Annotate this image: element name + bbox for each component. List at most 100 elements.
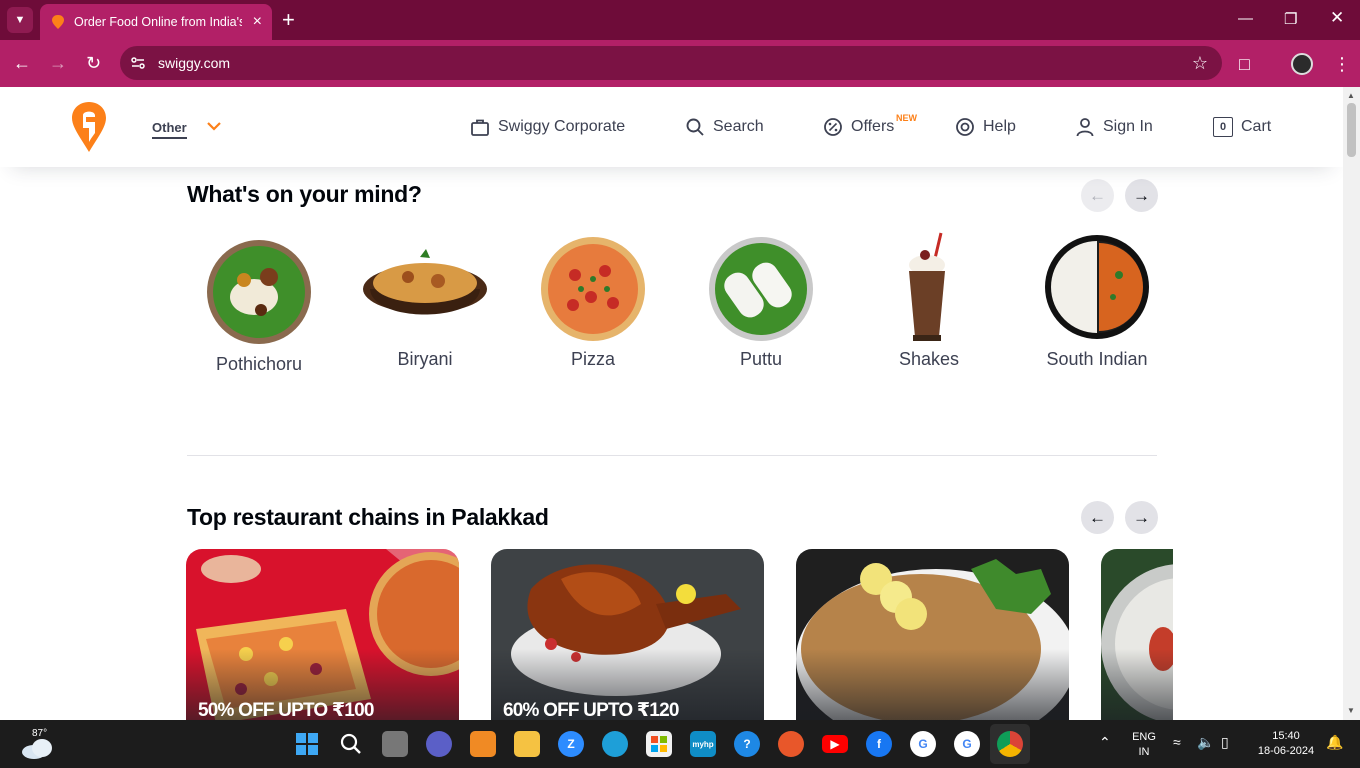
arrow-left-icon: ←: [1089, 507, 1106, 527]
restore-icon[interactable]: ❐: [1284, 10, 1297, 28]
restaurant-card[interactable]: 60% OFF UPTO ₹120: [491, 549, 764, 720]
wifi-icon[interactable]: ≈: [1173, 734, 1181, 750]
lang-primary: ENG: [1132, 731, 1156, 743]
tab-close-icon[interactable]: ×: [253, 13, 262, 31]
cuisine-item-pizza[interactable]: Pizza: [523, 227, 663, 370]
nav-search[interactable]: Search: [685, 117, 764, 137]
chains-prev-button[interactable]: ←: [1081, 501, 1114, 534]
swiggy-page: Other Swiggy Corporate Search Offers NEW…: [0, 87, 1343, 720]
close-window-icon[interactable]: ✕: [1330, 8, 1344, 28]
puttu-image: [709, 237, 813, 341]
google-icon[interactable]: G: [910, 731, 936, 757]
cuisine-label: Puttu: [739, 349, 783, 369]
microsoft-store-icon[interactable]: [646, 731, 672, 757]
scroll-down-icon[interactable]: ▼: [1347, 706, 1355, 715]
site-settings-icon[interactable]: [129, 54, 147, 72]
clock-time: 15:40: [1272, 730, 1300, 742]
new-tab-button[interactable]: +: [282, 8, 295, 32]
cuisine-label: Shakes: [898, 349, 960, 369]
swiggy-logo-icon[interactable]: [71, 101, 107, 153]
cuisine-item-puttu[interactable]: Puttu: [691, 227, 831, 370]
nav-cart[interactable]: 0 Cart: [1213, 117, 1271, 137]
facebook-icon[interactable]: f: [866, 731, 892, 757]
cuisine-item-pothichoru[interactable]: Pothichoru: [189, 232, 329, 375]
xampp-icon[interactable]: [470, 731, 496, 757]
clock[interactable]: 15:40 18-06-2024: [1252, 729, 1320, 759]
nav-label: Swiggy Corporate: [498, 118, 626, 135]
edge-icon[interactable]: [602, 731, 628, 757]
restaurant-card[interactable]: 50% OFF UPTO ₹100: [186, 549, 459, 720]
back-arrow-icon[interactable]: ←: [13, 53, 31, 73]
cuisine-label: South Indian: [1046, 349, 1148, 369]
user-icon: [1076, 118, 1094, 137]
browser-tab-active[interactable]: Order Food Online from India's ×: [40, 4, 272, 40]
file-explorer-icon[interactable]: [514, 731, 540, 757]
arrow-left-icon: ←: [1089, 185, 1106, 205]
scroll-up-icon[interactable]: ▲: [1347, 91, 1355, 100]
language-indicator[interactable]: ENG IN: [1130, 730, 1158, 760]
cuisine-item-biryani[interactable]: Biryani: [355, 227, 495, 370]
battery-icon[interactable]: ▯: [1221, 734, 1229, 751]
get-help-icon[interactable]: ?: [734, 731, 760, 757]
section-title-mind: What's on your mind?: [187, 181, 422, 207]
lifebuoy-icon: [956, 118, 974, 136]
new-badge: NEW: [896, 113, 917, 123]
mind-next-button[interactable]: →: [1125, 179, 1158, 212]
cart-count: 0: [1219, 121, 1227, 133]
windows-start-icon[interactable]: [294, 731, 320, 757]
task-view-icon[interactable]: [382, 731, 408, 757]
google-icon[interactable]: G: [954, 731, 980, 757]
clock-date: 18-06-2024: [1257, 745, 1315, 757]
section-divider: [187, 455, 1157, 456]
address-bar[interactable]: swiggy.com ☆: [120, 46, 1222, 80]
nav-sign-in[interactable]: Sign In: [1075, 117, 1153, 137]
nav-help[interactable]: Help: [955, 117, 1016, 137]
card-offer-text: 60% OFF UPTO ₹120: [503, 700, 679, 720]
teams-chat-icon[interactable]: [426, 731, 452, 757]
windows-taskbar: 87° Z myhp ? ▶ f G G ⌃ ENG IN ≈ 🔈 ▯ 15:4…: [0, 720, 1360, 768]
chains-next-button[interactable]: →: [1125, 501, 1158, 534]
mind-prev-button[interactable]: ←: [1081, 179, 1114, 212]
reload-icon[interactable]: ↻: [86, 53, 101, 73]
zoom-icon[interactable]: Z: [558, 731, 584, 757]
cuisine-item-shakes[interactable]: Shakes: [859, 227, 999, 370]
url-text: swiggy.com: [158, 55, 231, 71]
profile-avatar[interactable]: [1291, 53, 1313, 75]
myhp-icon[interactable]: myhp: [690, 731, 716, 757]
chevron-down-icon: ▼: [14, 14, 26, 26]
extensions-icon[interactable]: □: [1239, 54, 1250, 75]
tab-search-button[interactable]: ▼: [7, 7, 33, 33]
scroll-thumb[interactable]: [1347, 103, 1356, 157]
nav-label: Cart: [1241, 118, 1272, 135]
arrow-right-icon: →: [1133, 507, 1150, 527]
site-header: Other Swiggy Corporate Search Offers NEW…: [0, 87, 1343, 167]
offer-badge-icon: [824, 118, 842, 136]
bookmark-star-icon[interactable]: ☆: [1192, 53, 1208, 74]
card-gradient: [796, 649, 1069, 720]
notification-bell-icon[interactable]: 🔔: [1326, 734, 1343, 751]
arrow-right-icon: →: [1133, 185, 1150, 205]
more-menu-icon[interactable]: ⋮: [1333, 54, 1351, 75]
search-icon: [686, 118, 704, 136]
search-icon[interactable]: [338, 731, 364, 757]
tray-chevron-up-icon[interactable]: ⌃: [1099, 734, 1111, 751]
youtube-icon[interactable]: ▶: [822, 735, 848, 753]
firefox-icon[interactable]: [778, 731, 804, 757]
restaurant-card[interactable]: [1101, 549, 1173, 720]
nav-offers[interactable]: Offers: [823, 117, 894, 137]
forward-arrow-icon[interactable]: →: [49, 53, 67, 73]
page-scrollbar[interactable]: ▲ ▼: [1343, 87, 1360, 720]
tab-title: Order Food Online from India's: [74, 15, 242, 29]
nav-label: Offers: [851, 118, 895, 135]
swiggy-favicon-icon: [52, 15, 64, 29]
chrome-icon[interactable]: [997, 731, 1023, 757]
volume-icon[interactable]: 🔈: [1197, 734, 1214, 751]
biryani-image: [363, 249, 487, 315]
minimize-icon[interactable]: —: [1238, 10, 1253, 27]
shakes-image: [909, 232, 945, 341]
nav-swiggy-corporate[interactable]: Swiggy Corporate: [470, 117, 625, 137]
location-selector[interactable]: Other: [152, 120, 187, 139]
restaurant-card[interactable]: [796, 549, 1069, 720]
chevron-down-icon[interactable]: [206, 120, 222, 132]
cuisine-item-south-indian[interactable]: South Indian: [1027, 227, 1167, 370]
